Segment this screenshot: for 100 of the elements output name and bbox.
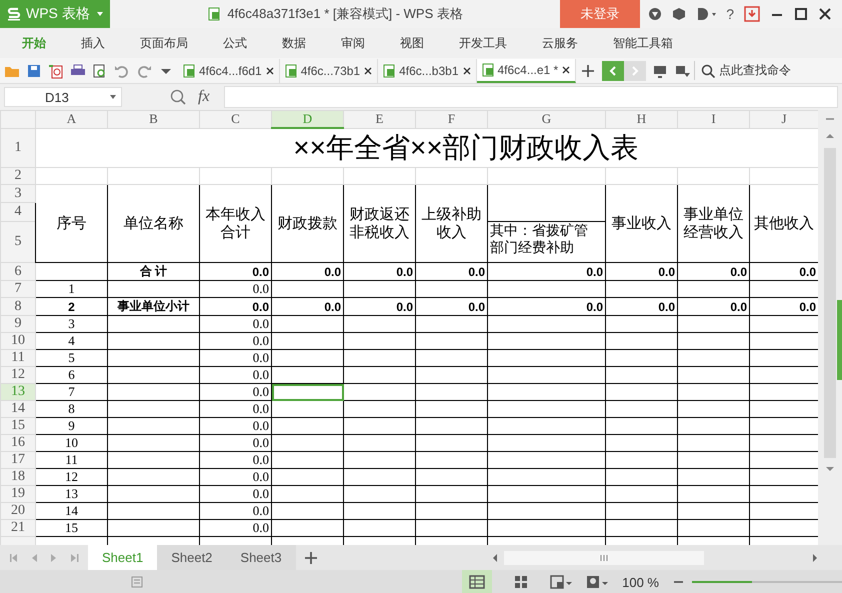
- row-header[interactable]: 19: [0, 486, 36, 502]
- download-icon[interactable]: [744, 6, 760, 22]
- row-header[interactable]: 5: [0, 222, 36, 262]
- column-header[interactable]: J: [750, 110, 818, 128]
- scroll-down-icon[interactable]: [824, 464, 836, 474]
- table-cell: 1: [36, 280, 108, 298]
- column-header[interactable]: B: [108, 110, 200, 128]
- header-text: 非税收入: [348, 224, 410, 242]
- sheet-tab[interactable]: Sheet2: [157, 545, 226, 570]
- scrollbar-thumb[interactable]: [824, 148, 836, 458]
- row-header[interactable]: 14: [0, 400, 36, 418]
- sheet-tab[interactable]: Sheet1: [88, 545, 158, 570]
- row-header[interactable]: 9: [0, 316, 36, 332]
- table-cell: 0.0: [606, 262, 678, 280]
- column-header[interactable]: A: [36, 110, 108, 128]
- table-cell: 0.0: [200, 350, 272, 366]
- menu-tab[interactable]: 视图: [388, 34, 436, 52]
- menu-tab[interactable]: 开发工具: [447, 34, 519, 52]
- menu-tab[interactable]: 审阅: [329, 34, 377, 52]
- row-header[interactable]: 2: [0, 168, 36, 184]
- close-icon[interactable]: [363, 66, 374, 76]
- menu-tab[interactable]: 智能工具箱: [601, 34, 685, 52]
- table-cell: 14: [36, 502, 108, 520]
- search-button[interactable]: 点此查找命令: [694, 61, 798, 80]
- close-icon[interactable]: [462, 66, 472, 76]
- normal-view-button[interactable]: [462, 570, 492, 593]
- table-cell: 3: [36, 316, 108, 332]
- column-header[interactable]: F: [416, 110, 488, 128]
- row-header[interactable]: 15: [0, 418, 36, 434]
- row-header[interactable]: 8: [0, 298, 36, 316]
- row-header[interactable]: 3: [0, 184, 36, 202]
- column-header[interactable]: C: [200, 110, 272, 128]
- table-cell: 0.0: [200, 298, 272, 316]
- maximize-icon[interactable]: [794, 7, 808, 21]
- table-cell: 0.0: [200, 486, 272, 502]
- close-icon[interactable]: [818, 7, 832, 21]
- save-icon[interactable]: [26, 62, 42, 78]
- column-header[interactable]: G: [488, 110, 606, 128]
- table-cell: 0.0: [200, 520, 272, 536]
- table-cell: 2: [36, 298, 108, 316]
- header-text: 序号: [56, 214, 88, 232]
- plus-icon[interactable]: [580, 62, 596, 78]
- table-cell: 0.0: [344, 298, 416, 316]
- zoom-formula-icon[interactable]: [170, 89, 186, 105]
- scroll-right-icon[interactable]: [810, 552, 820, 564]
- row-header[interactable]: 7: [0, 280, 36, 298]
- previous-button[interactable]: [602, 60, 624, 80]
- close-icon[interactable]: [264, 66, 275, 76]
- document-tab[interactable]: 4f6c4...f6d1: [178, 58, 280, 82]
- table-cell: 合 计: [108, 262, 200, 280]
- row-header[interactable]: 10: [0, 332, 36, 350]
- row-header[interactable]: 20: [0, 502, 36, 520]
- document-tab[interactable]: 4f6c...73b1: [280, 58, 378, 82]
- row-header[interactable]: 6: [0, 262, 36, 280]
- insert-function-button[interactable]: fx: [198, 88, 210, 106]
- window-title: 4f6c48a371f3e1 * [兼容模式] - WPS 表格: [227, 5, 463, 23]
- grip-icon: [600, 554, 608, 562]
- column-header[interactable]: H: [606, 110, 678, 128]
- table-cell: 9: [36, 418, 108, 434]
- side-panel-handle[interactable]: [837, 300, 842, 380]
- menu-tab[interactable]: 云服务: [530, 34, 590, 52]
- table-cell: 0.0: [272, 262, 344, 280]
- document-tab[interactable]: 4f6c4...e1 *: [476, 58, 576, 82]
- help-button[interactable]: ?: [726, 6, 734, 22]
- row-header[interactable]: 21: [0, 520, 36, 536]
- row-header[interactable]: 16: [0, 434, 36, 452]
- close-icon[interactable]: [561, 64, 572, 74]
- table-cell: 0.0: [200, 502, 272, 520]
- add-sheet-icon[interactable]: [304, 550, 318, 564]
- menu-tab[interactable]: 数据: [270, 34, 318, 52]
- header-text: 事业收入: [610, 214, 672, 232]
- formula-input[interactable]: [224, 86, 838, 108]
- table-cell: 4: [36, 332, 108, 350]
- name-box[interactable]: D13: [4, 87, 122, 107]
- table-cell: 0.0: [678, 262, 750, 280]
- row-header[interactable]: 12: [0, 366, 36, 384]
- table-cell: 13: [36, 486, 108, 502]
- menu-tab[interactable]: 页面布局: [128, 34, 200, 52]
- menu-tab[interactable]: 公式: [211, 34, 259, 52]
- document-icon: [480, 62, 494, 78]
- table-cell: 0.0: [200, 316, 272, 332]
- table-cell: 0.0: [200, 400, 272, 418]
- row-header[interactable]: 18: [0, 468, 36, 486]
- row-header[interactable]: 17: [0, 452, 36, 468]
- scrollbar-thumb[interactable]: [504, 550, 704, 564]
- column-header[interactable]: I: [678, 110, 750, 128]
- document-tab[interactable]: 4f6c...b3b1: [378, 58, 476, 82]
- row-header[interactable]: 1: [0, 128, 36, 168]
- menu-tab[interactable]: 插入: [69, 34, 117, 52]
- row-header[interactable]: 4: [0, 202, 36, 222]
- sheet-tab[interactable]: Sheet3: [226, 545, 296, 570]
- column-header[interactable]: E: [344, 110, 416, 128]
- selected-cell[interactable]: [272, 384, 344, 400]
- header-text: 财政返还: [348, 206, 410, 224]
- table-cell: 5: [36, 350, 108, 366]
- grid-icon: [513, 574, 530, 590]
- table-cell: 0.0: [200, 468, 272, 486]
- row-header[interactable]: 11: [0, 350, 36, 366]
- table-cell: 0.0: [200, 366, 272, 384]
- layout-dropdown-icon[interactable]: [550, 574, 572, 590]
